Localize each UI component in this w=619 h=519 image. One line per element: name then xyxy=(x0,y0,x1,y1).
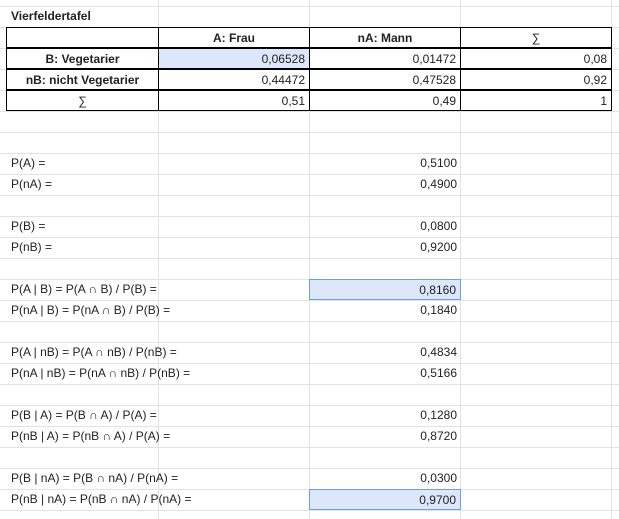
prob-label[interactable]: P(A) = xyxy=(6,153,306,174)
prob-value[interactable]: 0,5100 xyxy=(309,153,461,174)
prob-label[interactable]: P(nB | nA) = P(nB ∩ nA) / P(nA) = xyxy=(6,489,306,510)
table-header-empty[interactable] xyxy=(6,27,159,48)
prob-label[interactable]: P(A | B) = P(A ∩ B) / P(B) = xyxy=(6,279,306,300)
prob-value[interactable]: 0,5166 xyxy=(309,363,461,384)
prob-label[interactable]: P(B | A) = P(B ∩ A) / P(A) = xyxy=(6,405,306,426)
table-cell[interactable]: 0,51 xyxy=(158,90,310,111)
table-header-sum[interactable]: ∑ xyxy=(460,27,612,48)
table-header-a-frau[interactable]: A: Frau xyxy=(158,27,310,48)
prob-value[interactable]: 0,9200 xyxy=(309,237,461,258)
spreadsheet-grid: Vierfeldertafel A: Frau nA: Mann ∑ B: Ve… xyxy=(0,0,619,519)
prob-label[interactable]: P(nA | B) = P(nA ∩ B) / P(B) = xyxy=(6,300,306,321)
prob-value[interactable]: 0,0300 xyxy=(309,468,461,489)
prob-label[interactable]: P(nA | nB) = P(nA ∩ nB) / P(nB) = xyxy=(6,363,306,384)
table-row-label-nicht-vegetarier[interactable]: nB: nicht Vegetarier xyxy=(6,69,159,90)
prob-value[interactable]: 0,4900 xyxy=(309,174,461,195)
table-row-label-sum[interactable]: ∑ xyxy=(6,90,159,111)
prob-value-selected[interactable]: 0,9700 xyxy=(309,489,461,510)
table-header-na-mann[interactable]: nA: Mann xyxy=(309,27,461,48)
prob-label[interactable]: P(B) = xyxy=(6,216,306,237)
prob-value[interactable]: 0,1840 xyxy=(309,300,461,321)
table-cell[interactable]: 0,08 xyxy=(460,48,612,69)
prob-value[interactable]: 0,1280 xyxy=(309,405,461,426)
table-row-label-vegetarier[interactable]: B: Vegetarier xyxy=(6,48,159,69)
prob-label[interactable]: P(B | nA) = P(B ∩ nA) / P(nA) = xyxy=(6,468,306,489)
prob-value[interactable]: 0,0800 xyxy=(309,216,461,237)
table-cell[interactable]: 0,01472 xyxy=(309,48,461,69)
prob-value[interactable]: 0,8720 xyxy=(309,426,461,447)
prob-value[interactable]: 0,4834 xyxy=(309,342,461,363)
table-cell[interactable]: 0,92 xyxy=(460,69,612,90)
table-cell[interactable]: 1 xyxy=(460,90,612,111)
sheet-title[interactable]: Vierfeldertafel xyxy=(6,6,156,27)
table-cell[interactable]: 0,44472 xyxy=(158,69,310,90)
prob-label[interactable]: P(nB) = xyxy=(6,237,306,258)
prob-value-selected[interactable]: 0,8160 xyxy=(309,279,461,300)
prob-label[interactable]: P(nA) = xyxy=(6,174,306,195)
table-cell[interactable]: 0,49 xyxy=(309,90,461,111)
prob-label[interactable]: P(nB | A) = P(nB ∩ A) / P(A) = xyxy=(6,426,306,447)
prob-label[interactable]: P(A | nB) = P(A ∩ nB) / P(nB) = xyxy=(6,342,306,363)
table-cell[interactable]: 0,47528 xyxy=(309,69,461,90)
table-cell-selected[interactable]: 0,06528 xyxy=(158,48,310,69)
